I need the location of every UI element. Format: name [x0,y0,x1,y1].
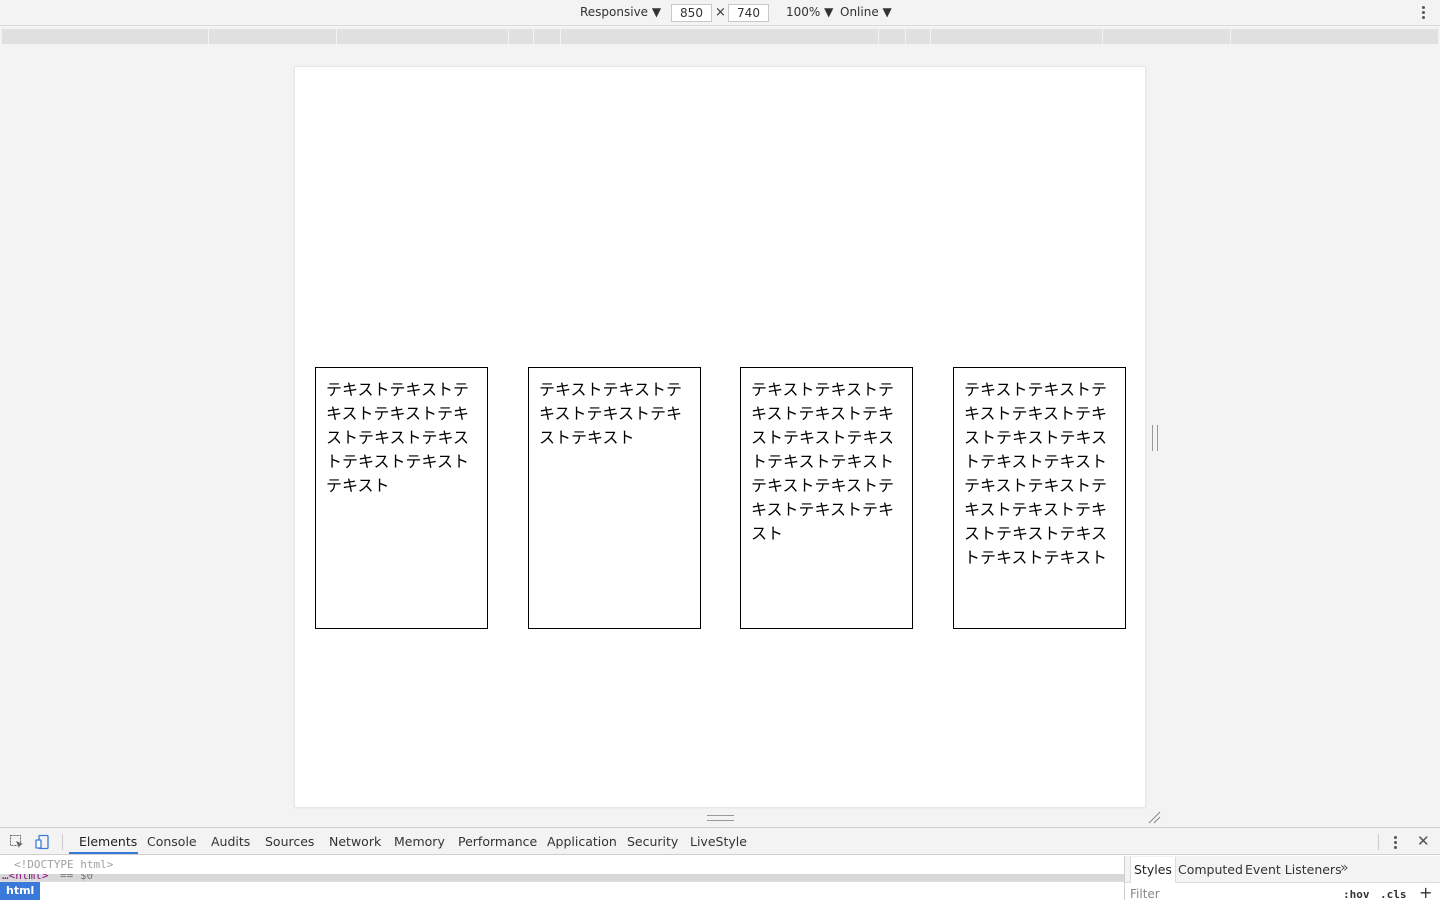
breadcrumb-html[interactable]: html [0,882,41,900]
close-icon[interactable]: ✕ [1417,832,1430,850]
breadcrumb: html [0,881,1124,900]
device-select[interactable]: Responsive ▼ [580,5,661,19]
zoom-select[interactable]: 100% ▼ [786,5,833,19]
device-toolbar: Responsive ▼ 850 × 740 100% ▼ Online ▼ [0,0,1440,26]
tab-performance[interactable]: Performance [458,834,537,849]
add-rule-icon[interactable]: + [1419,883,1432,900]
elements-tree: <!DOCTYPE html> …<html> == $0 html [0,856,1124,900]
viewport-height-input[interactable]: 740 [728,4,769,22]
devtools-tab-bar: Elements Console Audits Sources Network … [0,828,1440,855]
resize-height-handle[interactable] [707,815,734,821]
tab-divider [62,834,63,850]
media-query-segment[interactable] [878,29,879,44]
media-query-segment[interactable] [208,29,209,44]
text-card: テキストテキストテキストテキストテキストテキストテキストテキストテキストテキスト… [740,367,913,629]
tab-audits[interactable]: Audits [211,834,250,849]
styles-sidebar: Styles Computed Event Listeners » Filter… [1124,856,1440,900]
class-toggle[interactable]: .cls [1380,888,1407,900]
hover-state-toggle[interactable]: :hov [1343,888,1370,900]
chevron-down-icon: ▼ [824,5,834,19]
media-query-segment[interactable] [1230,29,1231,44]
text-card: テキストテキストテキストテキストテキストテキスト [528,367,701,629]
tab-console[interactable]: Console [147,834,197,849]
more-tabs-icon[interactable]: » [1340,860,1349,876]
more-options-icon[interactable] [1422,6,1426,20]
device-toolbar-icon[interactable] [35,834,51,850]
device-label: Responsive [580,5,649,19]
doctype-node[interactable]: <!DOCTYPE html> [14,858,113,871]
active-tab-indicator [69,852,138,854]
text-card: テキストテキストテキストテキストテキストテキストテキストテキストテキストテキスト… [953,367,1126,629]
media-query-segment[interactable] [533,29,534,44]
tab-styles[interactable]: Styles [1134,862,1172,877]
devtools-panel: Elements Console Audits Sources Network … [0,827,1440,900]
inspect-element-icon[interactable] [9,834,25,850]
chevron-down-icon: ▼ [651,5,662,19]
media-query-segment[interactable] [508,29,509,44]
tab-security[interactable]: Security [627,834,678,849]
tab-event-listeners[interactable]: Event Listeners [1245,862,1342,877]
tab-network[interactable]: Network [329,834,381,849]
resize-width-handle[interactable] [1152,425,1158,451]
emulated-viewport: テキストテキストテキストテキストテキストテキストテキストテキストテキストテキスト… [294,66,1146,808]
media-query-bar[interactable] [2,29,1438,44]
viewport-width-input[interactable]: 850 [671,4,712,22]
resize-corner-icon[interactable] [1148,811,1161,824]
styles-tab-bar: Styles Computed Event Listeners » [1125,856,1440,883]
media-query-segment[interactable] [905,29,906,44]
tab-memory[interactable]: Memory [394,834,445,849]
tab-divider [1378,834,1379,850]
zoom-label: 100% [786,5,821,19]
media-query-segment[interactable] [336,29,337,44]
tab-sources[interactable]: Sources [265,834,314,849]
media-query-segment[interactable] [930,29,931,44]
devtools-menu-icon[interactable] [1394,836,1398,851]
media-query-segment[interactable] [1102,29,1103,44]
tab-elements[interactable]: Elements [79,834,137,849]
throttle-select[interactable]: Online ▼ [840,5,892,19]
media-query-segment[interactable] [560,29,561,44]
throttle-label: Online [840,5,879,19]
styles-filter-input[interactable]: Filter [1130,887,1160,900]
tab-application[interactable]: Application [547,834,617,849]
tab-livestyle[interactable]: LiveStyle [690,834,747,849]
text-card: テキストテキストテキストテキストテキストテキストテキストテキストテキストテキスト [315,367,488,629]
chevron-down-icon: ▼ [882,5,892,19]
tab-computed[interactable]: Computed [1178,862,1243,877]
times-icon: × [715,5,726,20]
